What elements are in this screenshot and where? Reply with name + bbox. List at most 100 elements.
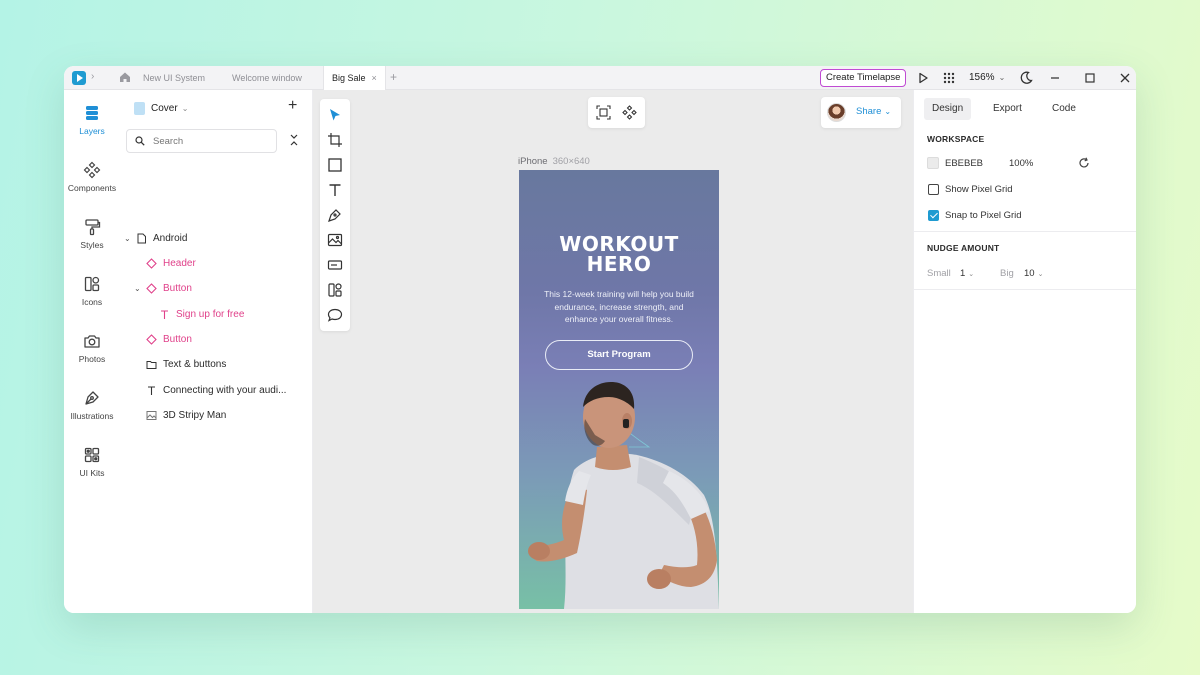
layer-row-android[interactable]: ⌄ Android [124,228,187,248]
image-tool[interactable] [327,232,343,248]
input-tool[interactable] [327,257,343,273]
styles-icon [85,219,101,236]
layer-label: Header [163,257,196,269]
create-timelapse-button[interactable]: Create Timelapse [820,69,907,87]
rail-item-styles[interactable]: Styles [64,218,120,250]
snap-to-pixel-grid-checkbox[interactable] [928,210,939,221]
rail-item-components[interactable]: Components [64,161,120,193]
rail-label: UI Kits [79,468,105,478]
icons-tool[interactable] [327,282,343,298]
tab-big-sale[interactable]: Big Sale × [323,66,386,90]
app-logo-icon[interactable] [72,71,86,85]
frame-label[interactable]: iPhone 360×640 [518,156,590,167]
tab-export[interactable]: Export [985,98,1030,120]
zoom-select[interactable]: 156% ⌄ [969,66,1005,90]
layer-label: Android [153,232,188,244]
pen-icon [328,209,341,222]
nudge-title: NUDGE AMOUNT [927,243,1000,253]
properties-panel: Design Export Code WORKSPACE EBEBEB 100%… [913,90,1136,613]
workspace-opacity[interactable]: 100% [1009,158,1033,169]
hero-description: This 12-week training will help you buil… [544,289,694,325]
text-icon [329,184,341,196]
layer-row-3d-stripy-man[interactable]: 3D Stripy Man [146,405,226,425]
chevron-down-icon: ⌄ [968,271,975,278]
canvas[interactable]: Share ⌄ iPhone 360×640 WORKOUT HERO This 1… [313,90,913,613]
rail-item-illustrations[interactable]: Illustrations [64,389,120,421]
tab-code[interactable]: Code [1044,98,1084,120]
page-icon [137,233,146,243]
left-rail: Layers Components Styles Icons Photos Il… [64,90,120,613]
layer-label: Sign up for free [176,308,245,320]
tool-bar [320,99,350,331]
layer-row-connecting[interactable]: Connecting with your audi... [146,380,286,400]
layer-label: 3D Stripy Man [163,409,227,421]
share-button[interactable]: Share ⌄ [821,97,901,128]
workspace-color-swatch[interactable] [927,157,939,169]
maximize-icon[interactable] [1082,70,1098,86]
component-icon [146,257,157,269]
rail-item-photos[interactable]: Photos [64,332,120,364]
frame-size: 360×640 [552,156,590,167]
frame-tool[interactable] [327,132,343,148]
grid-menu-icon[interactable] [941,70,957,86]
start-program-button[interactable]: Start Program [545,340,693,370]
layer-row-button[interactable]: ⌄ Button [134,278,192,298]
minimize-icon[interactable] [1047,70,1063,86]
pen-nib-icon [85,391,99,405]
rail-label: Illustrations [70,411,114,421]
big-nudge-select[interactable]: 10 ⌄ [1024,268,1043,279]
add-layer-button[interactable]: + [288,97,297,115]
chevron-right-icon[interactable]: › [91,71,94,82]
ui-kits-icon [84,447,100,463]
layer-row-sign-up-text[interactable]: Sign up for free [159,304,244,324]
close-icon[interactable] [1117,70,1133,86]
chevron-down-icon: ⌄ [998,73,1006,82]
select-tool[interactable] [327,107,343,123]
chevron-down-icon[interactable]: ⌄ [124,234,134,243]
hero-title: WORKOUT HERO [559,232,679,276]
rail-label: Layers [79,126,105,136]
close-tab-icon[interactable]: × [372,73,377,83]
tab-design[interactable]: Design [924,98,972,120]
layer-row-header[interactable]: Header [146,253,196,273]
rail-item-ui-kits[interactable]: UI Kits [64,446,120,478]
rail-item-layers[interactable]: Layers [64,104,120,136]
fit-frame-icon[interactable] [596,105,611,120]
show-pixel-grid-checkbox[interactable] [928,184,939,195]
tab-welcome-window[interactable]: Welcome window [232,66,302,90]
layer-row-button-2[interactable]: Button [146,329,192,349]
icons-icon [84,276,100,292]
image-icon [327,233,343,247]
divider [914,289,1136,290]
tab-new-ui-system[interactable]: New UI System [143,66,205,90]
collapse-all-icon[interactable] [288,133,300,147]
pen-tool[interactable] [327,207,343,223]
zoom-value: 156% [969,72,995,83]
rail-label: Photos [78,354,106,364]
layer-label: Connecting with your audi... [163,384,287,396]
chevron-down-icon: ⌄ [1037,271,1044,278]
play-icon[interactable] [915,70,931,86]
components-icon[interactable] [622,105,637,120]
tab-label: Big Sale [332,73,366,83]
page-select[interactable]: Cover ⌄ [134,102,188,115]
frame-tools [588,97,645,128]
workspace-color-value[interactable]: EBEBEB [945,158,983,169]
dark-mode-icon[interactable] [1018,70,1034,86]
chevron-down-icon[interactable]: ⌄ [134,284,144,293]
comment-tool[interactable] [327,307,343,323]
layer-row-text-buttons[interactable]: Text & buttons [146,354,226,374]
chevron-down-icon: ⌄ [181,104,189,113]
reset-icon[interactable] [1078,157,1090,169]
text-tool[interactable] [327,182,343,198]
snap-to-pixel-grid-label: Snap to Pixel Grid [945,210,1022,221]
phone-frame[interactable]: WORKOUT HERO This 12-week training will … [519,170,719,609]
rectangle-tool[interactable] [327,157,343,173]
home-icon[interactable] [119,71,131,83]
avatar[interactable] [827,103,846,122]
layer-search[interactable] [126,129,277,153]
add-tab-icon[interactable]: + [390,70,397,84]
rail-item-icons[interactable]: Icons [64,275,120,307]
search-input[interactable] [153,135,263,147]
small-nudge-select[interactable]: 1 ⌄ [960,268,974,279]
